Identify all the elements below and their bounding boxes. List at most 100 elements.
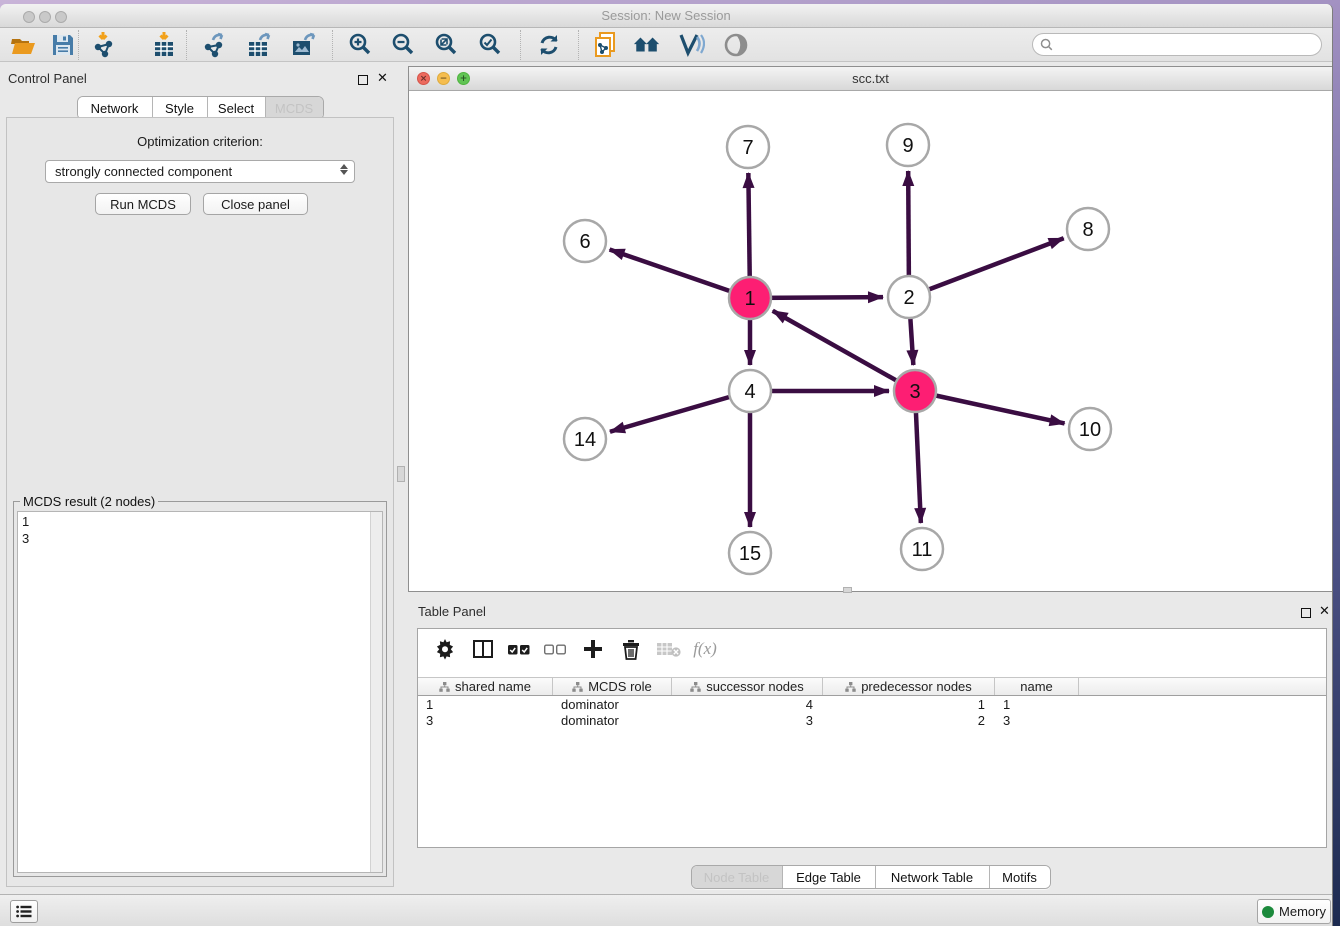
memory-status-icon [1262,906,1274,918]
column-header-successor-nodes[interactable]: successor nodes [672,678,823,695]
float-panel-icon[interactable] [358,73,368,88]
table-panel: Table Panel ✕ [408,597,1333,894]
edge-3-10[interactable] [915,391,1065,423]
cell[interactable]: 3 [418,713,553,729]
close-panel-button[interactable]: Close panel [203,193,308,215]
control-panel: Control Panel ✕ NetworkStyleSelectMCDS O… [0,62,400,894]
select-all-columns-icon[interactable] [506,636,532,662]
node-7[interactable]: 7 [727,126,769,168]
column-settings-icon[interactable] [432,636,458,662]
session-title: Session: New Session [0,8,1332,23]
close-panel-icon[interactable]: ✕ [377,71,388,86]
toggle-birdseye-icon[interactable] [722,31,750,59]
table-row[interactable]: 3dominator323 [418,713,1326,729]
search-icon [1040,38,1053,51]
delete-column-icon[interactable] [618,636,644,662]
column-header-predecessor-nodes[interactable]: predecessor nodes [823,678,995,695]
node-1[interactable]: 1 [729,277,771,319]
clone-network-icon[interactable] [592,31,620,59]
unselect-all-columns-icon[interactable] [542,636,568,662]
toggle-style-icon[interactable] [677,31,705,59]
export-image-icon[interactable] [290,31,318,59]
import-network-icon[interactable] [92,31,120,59]
tab-motifs[interactable]: Motifs [990,866,1050,888]
float-table-panel-icon[interactable] [1301,606,1311,621]
cell[interactable]: dominator [553,713,672,729]
column-header-shared-name[interactable]: shared name [418,678,553,695]
edge-2-8[interactable] [909,238,1064,297]
node-8[interactable]: 8 [1067,208,1109,250]
search-input[interactable] [1053,37,1321,52]
node-6[interactable]: 6 [564,220,606,262]
cell[interactable]: 1 [418,697,553,713]
cell[interactable]: 3 [672,713,823,729]
cell[interactable]: 1 [995,697,1079,713]
network-canvas[interactable]: 7 9 6 8 1 2 4 3 14 10 15 11 [409,91,1332,591]
first-neighbors-icon[interactable] [633,31,661,59]
task-history-button[interactable] [10,900,38,923]
table-tabs: Node TableEdge TableNetwork TableMotifs [408,865,1333,889]
tab-edge-table[interactable]: Edge Table [783,866,876,888]
close-table-panel-icon[interactable]: ✕ [1319,604,1330,619]
tab-node-table[interactable]: Node Table [692,866,783,888]
zoom-out-icon[interactable] [390,31,418,59]
network-view-window: × − + scc.txt 7968124314101511 [408,66,1333,592]
toolbar-separator [78,30,79,60]
split-panel-icon[interactable] [470,636,496,662]
open-session-icon[interactable] [9,31,37,59]
table-row[interactable]: 1dominator411 [418,697,1326,713]
node-label: 11 [912,539,933,561]
cell[interactable]: dominator [553,697,672,713]
export-network-icon[interactable] [202,31,230,59]
delete-table-icon [656,636,682,662]
cell[interactable]: 1 [823,697,995,713]
cell[interactable]: 3 [995,713,1079,729]
export-table-icon[interactable] [246,31,274,59]
cell[interactable]: 4 [672,697,823,713]
cell[interactable]: 2 [823,713,995,729]
mcds-result-text[interactable]: 1 3 [17,511,383,873]
save-session-icon[interactable] [49,31,77,59]
node-4[interactable]: 4 [729,370,771,412]
zoom-selected-icon[interactable] [477,31,505,59]
toolbar-separator [332,30,333,60]
run-mcds-button[interactable]: Run MCDS [95,193,191,215]
node-label: 7 [742,137,753,159]
node-label: 6 [579,231,590,253]
zoom-fit-icon[interactable] [433,31,461,59]
tab-network-table[interactable]: Network Table [876,866,990,888]
tab-select[interactable]: Select [208,97,266,119]
table-panel-title: Table Panel [418,604,486,619]
toolbar-separator [578,30,579,60]
tab-mcds[interactable]: MCDS [266,97,323,119]
criterion-value: strongly connected component [55,164,232,179]
memory-button[interactable]: Memory [1257,899,1331,924]
node-15[interactable]: 15 [729,532,771,574]
zoom-in-icon[interactable] [347,31,375,59]
panel-divider-handle[interactable] [397,466,405,482]
app-titlebar: Session: New Session [0,4,1332,28]
node-9[interactable]: 9 [887,124,929,166]
list-icon [16,905,32,918]
column-header-MCDS-role[interactable]: MCDS role [553,678,672,695]
tab-network[interactable]: Network [78,97,153,119]
node-2[interactable]: 2 [888,276,930,318]
result-scrollbar[interactable] [370,512,382,872]
node-14[interactable]: 14 [564,418,606,460]
import-table-icon[interactable] [150,31,178,59]
edge-3-1[interactable] [773,311,915,391]
canvas-resize-handle[interactable] [843,587,852,593]
virtual-column-icon [690,682,701,692]
control-panel-title: Control Panel [8,71,87,86]
add-column-icon[interactable] [580,636,606,662]
node-3[interactable]: 3 [894,370,936,412]
node-10[interactable]: 10 [1069,408,1111,450]
node-label: 15 [739,543,761,565]
search-box[interactable] [1032,33,1322,56]
criterion-select[interactable]: strongly connected component [45,160,355,183]
node-11[interactable]: 11 [901,528,943,570]
tab-style[interactable]: Style [153,97,208,119]
apply-layout-icon[interactable] [535,31,563,59]
edge-1-6[interactable] [610,249,750,298]
column-header-name[interactable]: name [995,678,1079,695]
